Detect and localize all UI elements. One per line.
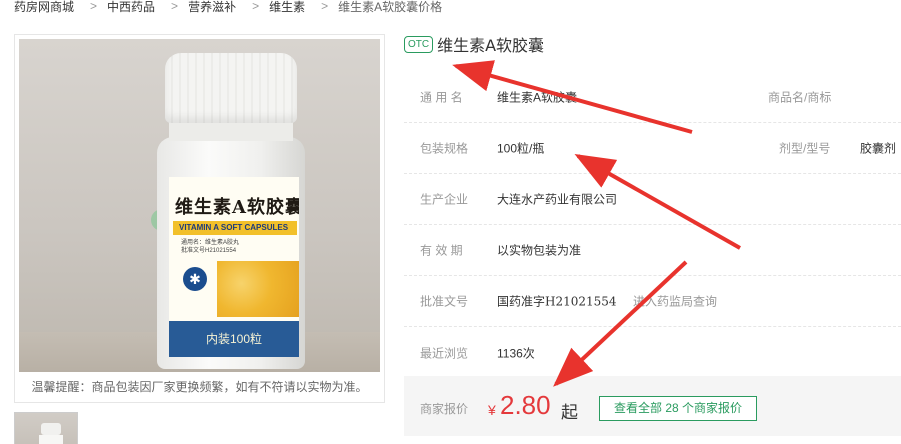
- product-gallery: 维生素A软胶囊 VITAMIN A SOFT CAPSULES 通用名：维生素A…: [14, 34, 385, 403]
- attr-row-maker: 生产企业 大连水产药业有限公司: [404, 174, 901, 225]
- breadcrumb-current: 维生素A软胶囊价格: [338, 0, 443, 14]
- thumbnail-cap: [41, 423, 61, 435]
- product-attributes: 通 用 名 维生素A软胶囊 商品名/商标 包装规格 100粒/瓶 剂型/型号 胶…: [404, 72, 901, 378]
- honeycomb-graphic: [217, 261, 299, 317]
- attr-label: 通 用 名: [420, 90, 463, 105]
- bottle-label: 维生素A软胶囊 VITAMIN A SOFT CAPSULES 通用名：维生素A…: [169, 177, 299, 357]
- label-product-name: 维生素A软胶囊: [175, 197, 299, 218]
- price-bar: 商家报价 ¥ 2.80 起 查看全部 28 个商家报价: [404, 376, 901, 436]
- attr-label: 批准文号: [420, 294, 469, 309]
- brand-logo-icon: ✱: [183, 267, 207, 291]
- label-english-name: VITAMIN A SOFT CAPSULES: [173, 221, 297, 235]
- packaging-tip: 温馨提醒：商品包装因厂家更换频繁，如有不符请以实物为准。: [31, 380, 368, 394]
- product-title-row: OTC 维生素A软胶囊: [404, 32, 544, 56]
- label-count: 内装100粒: [169, 321, 299, 357]
- price-currency: ¥: [488, 402, 496, 418]
- product-title: 维生素A软胶囊: [437, 36, 545, 55]
- breadcrumb: 药房网商城 > 中西药品 > 营养滋补 > 维生素 > 维生素A软胶囊价格: [14, 0, 442, 14]
- breadcrumb-nutrition[interactable]: 营养滋补: [188, 0, 236, 15]
- breadcrumb-separator: >: [171, 0, 179, 13]
- attr-label: 商品名/商标: [768, 90, 832, 105]
- view-all-offers-button[interactable]: 查看全部 28 个商家报价: [599, 396, 758, 421]
- attr-value-expiry: 以实物包装为准: [497, 243, 582, 258]
- attr-label: 最近浏览: [420, 346, 469, 360]
- attr-row-spec: 包装规格 100粒/瓶 剂型/型号 胶囊剂: [404, 123, 901, 174]
- attr-value-approval: 国药准字H21021554: [497, 294, 617, 309]
- breadcrumb-separator: >: [252, 0, 260, 13]
- breadcrumb-vitamins[interactable]: 维生素: [269, 0, 305, 15]
- breadcrumb-home[interactable]: 药房网商城: [14, 0, 74, 15]
- otc-badge: OTC: [404, 35, 434, 53]
- attr-label: 有 效 期: [420, 243, 463, 258]
- breadcrumb-separator: >: [321, 0, 329, 13]
- attr-value-views: 1136次: [497, 346, 535, 360]
- price-label: 商家报价: [420, 402, 469, 416]
- attr-value-generic-name: 维生素A软胶囊: [497, 90, 578, 105]
- attr-row-views: 最近浏览 1136次: [404, 327, 901, 378]
- drug-admin-query-link[interactable]: 进入药监局查询: [633, 293, 717, 310]
- product-main-image[interactable]: 维生素A软胶囊 VITAMIN A SOFT CAPSULES 通用名：维生素A…: [19, 39, 380, 372]
- bottle-neck: [169, 121, 293, 141]
- breadcrumb-separator: >: [90, 0, 98, 13]
- price-amount: 2.80: [500, 390, 551, 420]
- label-fine-print-line: 通用名：维生素A胶丸: [181, 240, 240, 246]
- breadcrumb-western-chinese-medicine[interactable]: 中西药品: [107, 0, 155, 15]
- attr-label: 生产企业: [420, 192, 469, 207]
- attr-row-expiry: 有 效 期 以实物包装为准: [404, 225, 901, 276]
- attr-value-form: 胶囊剂: [860, 141, 897, 156]
- attr-row-approval: 批准文号 国药准字H21021554 进入药监局查询: [404, 276, 901, 327]
- price-suffix: 起: [561, 403, 578, 422]
- thumbnail-body: [39, 435, 63, 444]
- attr-row-generic-name: 通 用 名 维生素A软胶囊 商品名/商标: [404, 72, 901, 123]
- bottle-cap: [165, 53, 297, 123]
- product-thumbnail[interactable]: [14, 412, 78, 444]
- attr-label: 剂型/型号: [779, 141, 831, 156]
- label-fine-print-line: 批准文号H21021554: [181, 248, 237, 254]
- attr-value-spec: 100粒/瓶: [497, 141, 545, 156]
- label-fine-print: 通用名：维生素A胶丸 批准文号H21021554: [181, 239, 239, 255]
- attr-value-maker: 大连水产药业有限公司: [497, 192, 618, 207]
- attr-label: 包装规格: [420, 141, 469, 156]
